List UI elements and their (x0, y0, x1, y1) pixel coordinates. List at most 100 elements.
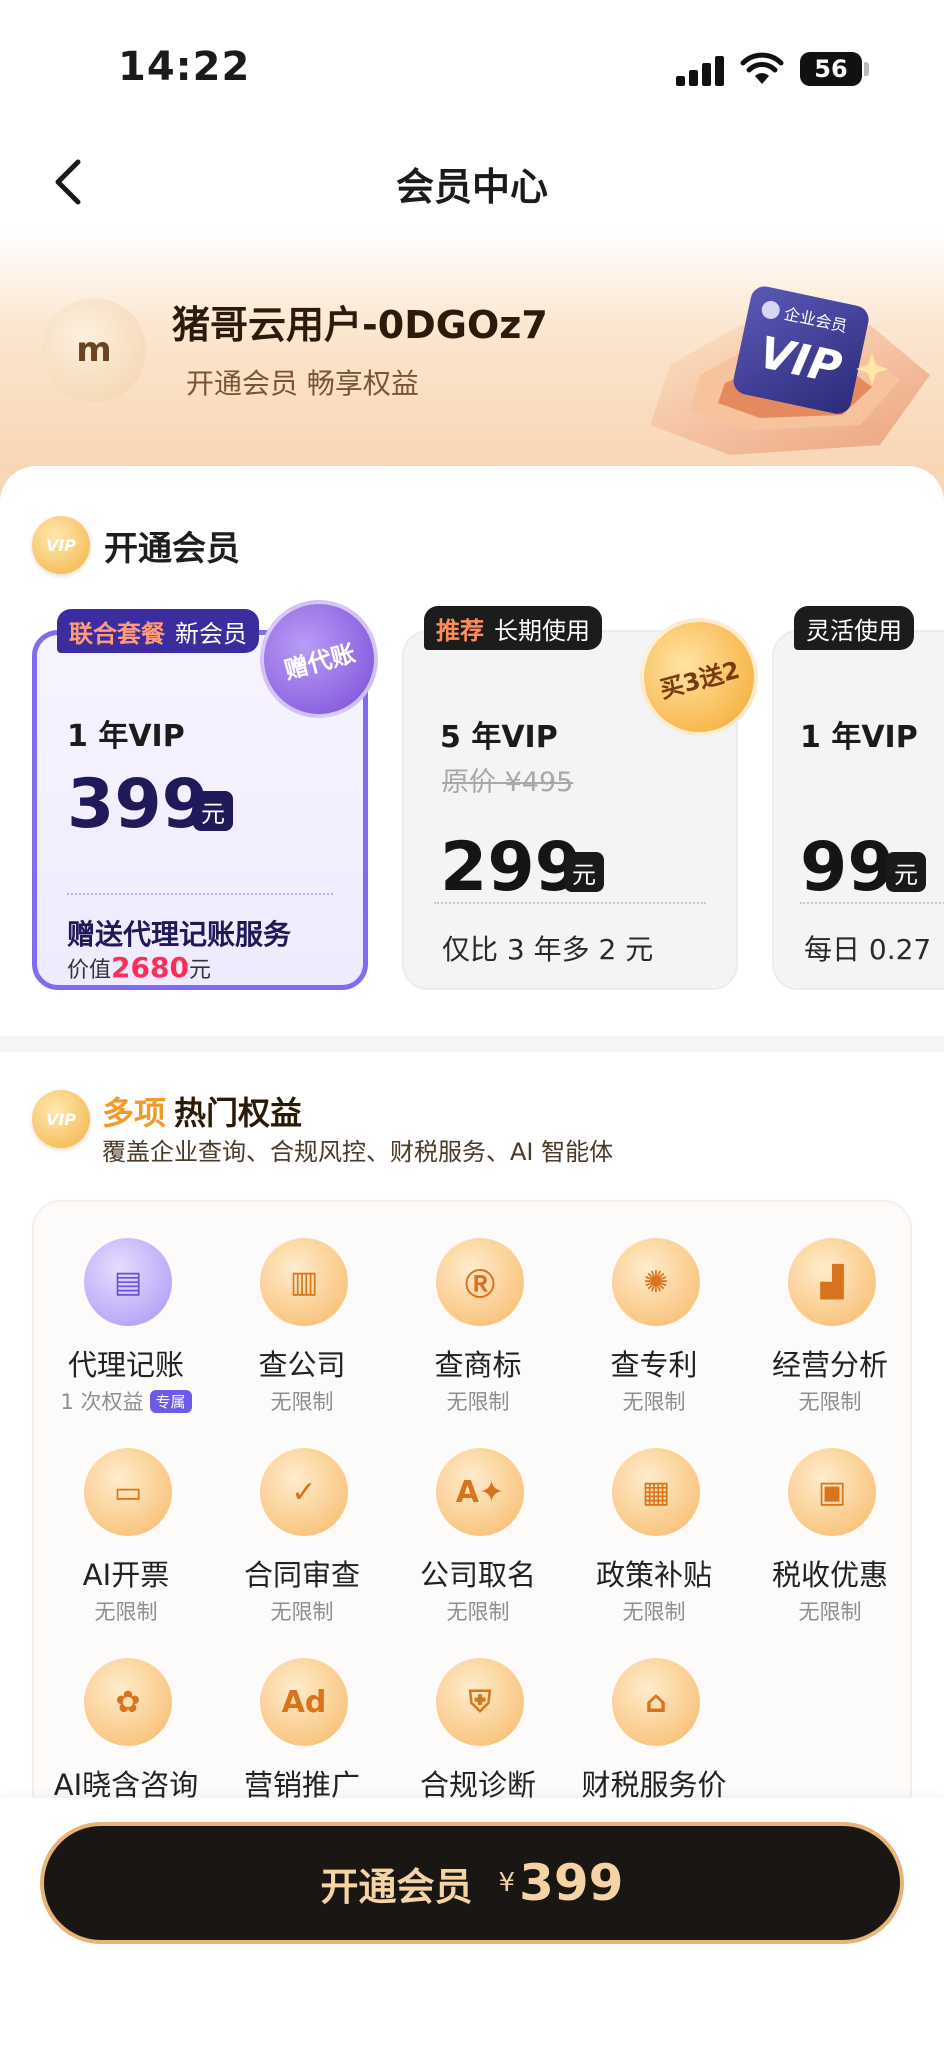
benefit-note-text: 无限制 (446, 1390, 510, 1414)
yuan-badge: 元 (564, 852, 604, 892)
benefit-note: 无限制 (214, 1596, 390, 1626)
gift-value-suffix: 元 (188, 958, 211, 983)
gift-value: 价值2680元 (67, 951, 211, 984)
benefits-title-text: 热门权益 (174, 1094, 303, 1132)
open-membership-title: 开通会员 (104, 528, 240, 569)
plan-name: 1 年VIP (67, 719, 185, 754)
benefit-note-text: 无限制 (94, 1600, 158, 1624)
plan-card-1yr-flex[interactable]: 灵活使用 1 年VIP 99 元 每日 0.27 (772, 606, 944, 990)
benefit-note-text: 无限制 (270, 1390, 334, 1414)
plan-footer: 仅比 3 年多 2 元 (442, 933, 654, 966)
benefit-glyph: ⌂ (645, 1684, 667, 1720)
benefit-glyph: ▣ (817, 1474, 847, 1510)
benefit-note: 无限制 (390, 1596, 566, 1626)
benefit-glyph: A✦ (455, 1474, 505, 1510)
page-title: 会员中心 (395, 165, 548, 209)
benefit-glyph: ✺ (643, 1264, 669, 1300)
government-icon: ▦ (612, 1448, 700, 1536)
vip-badge-icon: VIP (32, 516, 90, 574)
shield-check-icon: ⛨ (436, 1658, 524, 1746)
plan-tag-highlight: 联合套餐 (69, 619, 165, 648)
exclusive-tag: 专属 (149, 1390, 192, 1413)
open-membership-button[interactable]: 开通会员 ¥ 399 (40, 1822, 904, 1944)
benefit-note-text: 无限制 (798, 1390, 862, 1414)
benefit-name: 代理记账 (67, 1348, 184, 1382)
cellular-signal-icon (676, 56, 728, 86)
benefit-item[interactable]: ▣ 税收优惠无限制 (742, 1448, 918, 1648)
benefit-name: 合同审查 (243, 1558, 360, 1592)
benefit-glyph: ▤ (113, 1264, 143, 1300)
plan-name: 1 年VIP (800, 720, 918, 755)
benefits-subtitle: 覆盖企业查询、合规风控、财税服务、AI 智能体 (102, 1138, 614, 1166)
benefit-note-text: 无限制 (622, 1600, 686, 1624)
avatar[interactable]: m (42, 298, 146, 402)
cta-label: 开通会员 (320, 1864, 473, 1909)
invoice-icon: ▭ (84, 1448, 172, 1536)
benefits-title-accent: 多项 (102, 1094, 167, 1132)
benefit-glyph: Ad (281, 1684, 327, 1720)
plan-tag-text: 长期使用 (494, 616, 590, 645)
benefit-glyph: ▟ (820, 1264, 844, 1300)
benefit-item[interactable]: ✓ 合同审查无限制 (214, 1448, 390, 1648)
benefit-glyph: ✿ (115, 1684, 141, 1720)
gift-value-prefix: 价值 (67, 958, 112, 983)
benefit-item[interactable]: Ⓡ 查商标无限制 (390, 1238, 566, 1438)
status-bar: 14:22 56 (0, 0, 944, 130)
benefit-item[interactable]: ▤ 代理记账 1 次权益 专属 (38, 1238, 214, 1438)
plan-tag-text: 新会员 (175, 619, 247, 648)
benefit-note: 1 次权益 专属 (38, 1386, 214, 1416)
benefit-item[interactable]: A✦ 公司取名无限制 (390, 1448, 566, 1648)
benefit-note-text: 无限制 (798, 1600, 862, 1624)
benefit-note: 无限制 (566, 1386, 742, 1416)
benefit-name: 税收优惠 (771, 1558, 888, 1592)
benefit-note-text: 1 次权益 (60, 1390, 144, 1414)
plan-tag: 联合套餐 新会员 (57, 609, 259, 653)
cta-price: 399 (519, 1854, 624, 1912)
benefit-item[interactable]: ✺ 查专利无限制 (566, 1238, 742, 1438)
benefit-name: 查专利 (610, 1348, 698, 1382)
benefit-item[interactable]: ▥ 查公司 无限制 (214, 1238, 390, 1438)
benefit-glyph: ⛨ (468, 1684, 492, 1720)
plan-tag-highlight: 推荐 (436, 616, 484, 645)
benefits-title: 多项 热门权益 (102, 1088, 302, 1134)
status-time: 14:22 (118, 44, 251, 90)
benefit-item[interactable]: ▭ AI开票 无限制 (38, 1448, 214, 1648)
benefit-note: 无限制 (38, 1596, 214, 1626)
benefits-header: VIP (32, 1090, 90, 1148)
benefit-glyph: ✓ (291, 1474, 317, 1510)
bottom-bar: 开通会员 ¥ 399 (0, 1798, 944, 2048)
benefit-note-text: 无限制 (622, 1390, 686, 1414)
ledger-icon: ▤ (84, 1238, 172, 1326)
open-membership-header: VIP 开通会员 (32, 516, 240, 574)
yuan-badge: 元 (886, 852, 926, 892)
plan-carousel[interactable]: 联合套餐 新会员 1 年VIP 399 元 赠送代理记账服务 价值2680元 赠… (0, 600, 944, 1000)
ad-icon: Ad (260, 1658, 348, 1746)
vip-badge-icon: VIP (32, 1090, 90, 1148)
benefit-name: 政策补贴 (595, 1558, 712, 1592)
benefit-item[interactable]: ▦ 政策补贴无限制 (566, 1448, 742, 1648)
plan-divider (800, 902, 944, 904)
plan-name: 5 年VIP (440, 720, 558, 755)
bar-chart-icon: ▟ (788, 1238, 876, 1326)
nav-bar: 会员中心 (0, 140, 944, 220)
yuan-badge: 元 (193, 791, 233, 831)
benefit-note-text: 无限制 (270, 1600, 334, 1624)
plan-footer: 每日 0.27 (804, 933, 932, 966)
trademark-icon: Ⓡ (436, 1238, 524, 1326)
benefit-name: 查商标 (434, 1348, 522, 1382)
benefit-note-text: 无限制 (446, 1600, 510, 1624)
tax-coupon-icon: ▣ (788, 1448, 876, 1536)
gift-value-number: 2680 (111, 951, 189, 984)
contract-check-icon: ✓ (260, 1448, 348, 1536)
gift-title: 赠送代理记账服务 (67, 918, 292, 951)
user-subtitle: 开通会员 畅享权益 (186, 367, 419, 400)
benefits-panel: ▤ 代理记账 1 次权益 专属 ▥ 查公司 无限制 Ⓡ 查商标 无限制 ✺ 查专利 无限制 ▟ 经营分析 无限… (32, 1200, 912, 1820)
building-icon: ▥ (260, 1238, 348, 1326)
benefit-name: 公司取名 (419, 1558, 536, 1592)
benefit-name: 经营分析 (771, 1348, 888, 1382)
plan-divider (67, 893, 333, 895)
benefit-note: 无限制 (214, 1386, 390, 1416)
user-name: 猪哥云用户-0DGOz7 (172, 303, 548, 347)
benefit-item[interactable]: ▟ 经营分析无限制 (742, 1238, 918, 1438)
benefit-glyph: Ⓡ (465, 1268, 495, 1303)
